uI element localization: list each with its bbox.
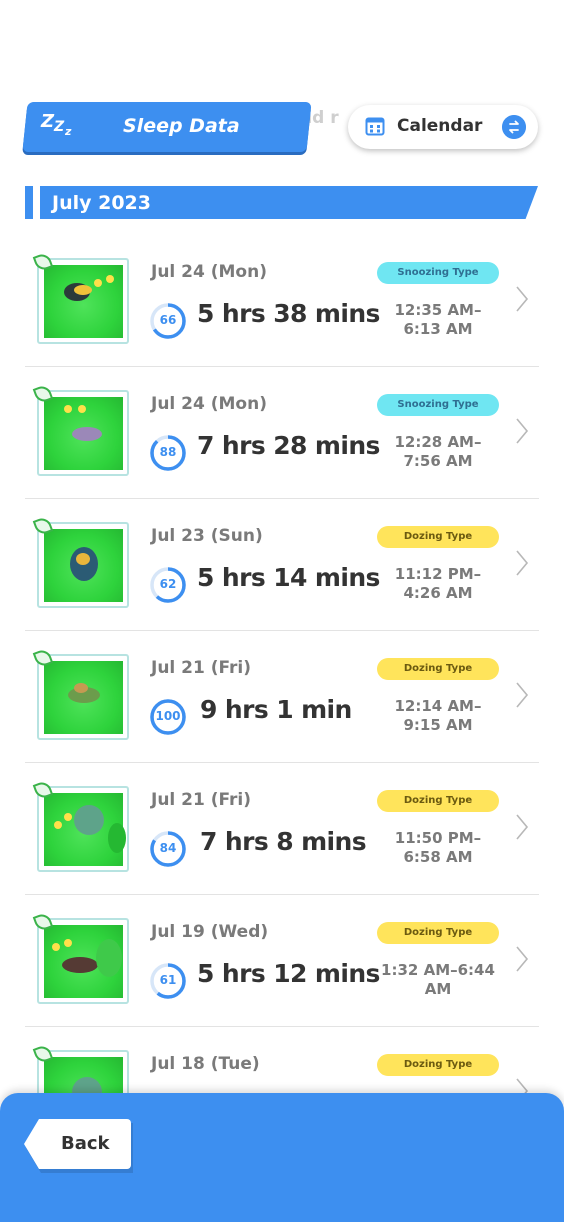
sleep-record-row[interactable]: Jul 21 (Fri) Dozing Type 84 7 hrs 8 mins 11:… — [25, 763, 539, 895]
scene-shape — [54, 821, 62, 829]
scene-shape — [78, 405, 86, 413]
sleep-record-row[interactable]: Jul 24 (Mon) Snoozing Type 88 7 hrs 28 mins… — [25, 367, 539, 499]
chevron-right-icon[interactable] — [515, 549, 529, 577]
sleep-thumbnail-frame — [32, 911, 129, 1004]
sleep-type-badge: Dozing Type — [377, 1054, 499, 1076]
sleep-record-row[interactable]: Jul 19 (Wed) Dozing Type 61 5 hrs 12 mins 1:… — [25, 895, 539, 1027]
chevron-right-icon[interactable] — [515, 681, 529, 709]
sleep-time-range: 1:32 AM–6:44 AM — [381, 961, 495, 998]
chevron-right-icon[interactable] — [515, 417, 529, 445]
calendar-icon — [365, 117, 385, 136]
scene-shape — [62, 957, 98, 973]
sleep-time-range: 12:28 AM–7:56 AM — [394, 433, 482, 470]
sleep-duration: 7 hrs 28 mins — [197, 431, 380, 460]
record-date: Jul 18 (Tue) — [151, 1054, 260, 1074]
chevron-right-icon[interactable] — [515, 813, 529, 841]
scene-shape — [64, 813, 72, 821]
sleep-score-value: 84 — [159, 841, 177, 855]
sleep-scene-image — [44, 793, 126, 866]
scene-shape — [64, 405, 72, 413]
scene-shape — [52, 943, 60, 951]
sleep-duration: 5 hrs 12 mins — [197, 959, 380, 988]
sleep-type-badge: Dozing Type — [377, 658, 499, 680]
scene-shape — [106, 275, 114, 283]
sleep-type-badge: Dozing Type — [377, 790, 499, 812]
sleep-thumbnail-frame — [32, 779, 129, 872]
sleep-score-ring: 88 — [149, 434, 187, 472]
sleep-thumbnail-frame — [32, 383, 129, 476]
record-date: Jul 24 (Mon) — [151, 394, 267, 414]
sleep-type-badge: Dozing Type — [377, 922, 499, 944]
scene-shape — [72, 427, 102, 441]
sleep-score-value: 62 — [159, 577, 177, 591]
month-label: July 2023 — [52, 192, 151, 214]
scene-shape — [74, 285, 92, 295]
sleep-score-value: 100 — [155, 709, 181, 723]
scene-shape — [96, 939, 122, 977]
record-date: Jul 21 (Fri) — [151, 790, 252, 810]
sleep-score-ring: 66 — [149, 302, 187, 340]
scene-shape — [94, 279, 102, 287]
sleep-score-value: 61 — [159, 973, 177, 987]
scene-shape — [76, 553, 90, 565]
sleep-scene-image — [44, 265, 123, 338]
sleep-record-row[interactable]: Jul 21 (Fri) Dozing Type 100 9 hrs 1 min 12:… — [25, 631, 539, 763]
chevron-right-icon[interactable] — [515, 285, 529, 313]
sleep-thumbnail-frame — [32, 647, 129, 740]
sleep-type-badge: Snoozing Type — [377, 394, 499, 416]
sleep-scene-image — [44, 661, 123, 734]
sleep-score-value: 66 — [159, 313, 177, 327]
record-date: Jul 21 (Fri) — [151, 658, 252, 678]
record-date: Jul 24 (Mon) — [151, 262, 267, 282]
scene-shape — [74, 683, 88, 693]
sleep-type-badge: Snoozing Type — [377, 262, 499, 284]
sleep-data-tab[interactable]: Z Z z Sleep Data — [25, 102, 309, 152]
record-date: Jul 19 (Wed) — [151, 922, 269, 942]
sleep-score-ring: 100 — [149, 698, 187, 736]
sleep-scene-image — [44, 529, 123, 602]
sleep-thumbnail-frame — [32, 515, 129, 608]
sleep-duration: 5 hrs 14 mins — [197, 563, 380, 592]
swap-icon — [502, 115, 526, 139]
sleep-time-range: 12:35 AM–6:13 AM — [394, 301, 482, 338]
calendar-button[interactable]: Calendar — [348, 105, 538, 149]
month-accent — [25, 186, 33, 219]
chevron-right-icon[interactable] — [515, 945, 529, 973]
zzz-icon: Z Z z — [41, 111, 72, 138]
sleep-score-ring: 62 — [149, 566, 187, 604]
record-date: Jul 23 (Sun) — [151, 526, 263, 546]
sleep-time-range: 12:14 AM–9:15 AM — [394, 697, 482, 734]
sleep-scene-image — [44, 397, 123, 470]
sleep-time-range: 11:50 PM–6:58 AM — [394, 829, 482, 866]
sleep-time-range: 11:12 PM–4:26 AM — [394, 565, 482, 602]
sleep-type-badge: Dozing Type — [377, 526, 499, 548]
scene-shape — [108, 823, 126, 853]
sleep-duration: 9 hrs 1 min — [200, 695, 352, 724]
sleep-duration: 5 hrs 38 mins — [197, 299, 380, 328]
sleep-scene-image — [44, 925, 123, 998]
sleep-record-row[interactable]: Jul 23 (Sun) Dozing Type 62 5 hrs 14 mins 11… — [25, 499, 539, 631]
scene-shape — [74, 805, 104, 835]
sleep-record-row[interactable]: Jul 24 (Mon) Snoozing Type 66 5 hrs 38 mins… — [25, 235, 539, 367]
sleep-score-value: 88 — [159, 445, 177, 459]
sleep-score-ring: 61 — [149, 962, 187, 1000]
back-label: Back — [61, 1133, 110, 1154]
page-title: Sleep Data — [123, 115, 240, 137]
sleep-thumbnail-frame — [32, 251, 129, 344]
scene-shape — [64, 939, 72, 947]
sleep-score-ring: 84 — [149, 830, 187, 868]
calendar-label: Calendar — [397, 116, 483, 136]
sleep-duration: 7 hrs 8 mins — [200, 827, 367, 856]
